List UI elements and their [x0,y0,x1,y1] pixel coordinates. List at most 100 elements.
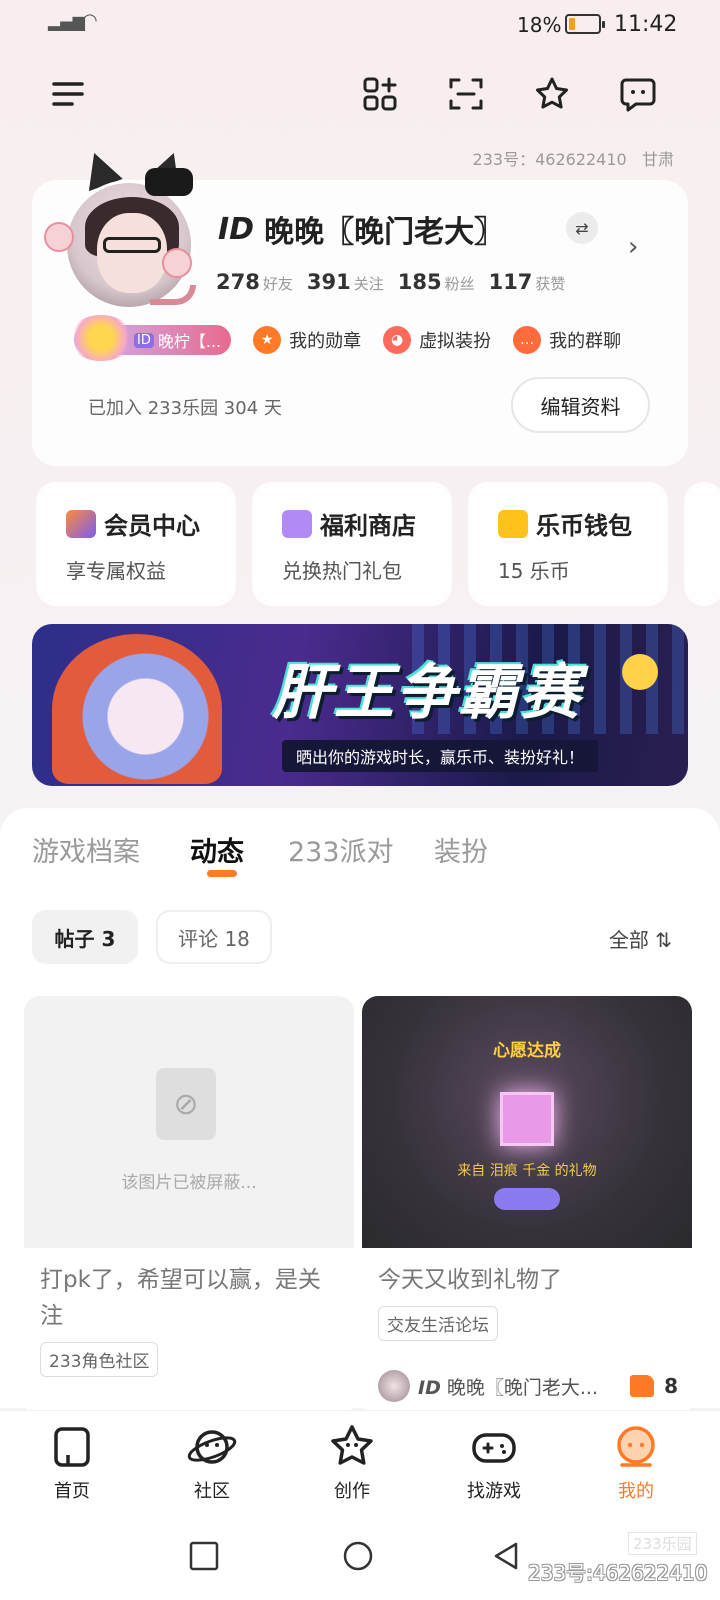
wifi-icon: ◠ [82,10,98,31]
planet-icon [187,1430,237,1464]
back-triangle-icon[interactable] [490,1540,522,1572]
crown-icon [66,509,96,538]
coin-wallet-card[interactable]: 乐币钱包 15 乐币 [468,482,668,606]
avatar-frame-bow [145,168,193,196]
nav-create-label: 创作 [334,1481,370,1502]
profile-stats: 278 好友 391 关注 185 粉丝 117 获赞 [216,270,565,294]
profile-name: 晚晚〖晚门老大〗 [264,215,505,250]
status-bar: ▂▄▆ ◠ 18% 11:42 [0,0,720,48]
nav-home[interactable]: 首页 [12,1411,132,1511]
profile-badge-row: ID 晚柠【... ★ 我的勋章 ◕ 虚拟装扮 … 我的群聊 [68,315,621,361]
like-button[interactable]: 8 [630,1374,678,1398]
avatar-frame-paw [162,248,192,278]
my-groups-link[interactable]: … 我的群聊 [513,326,621,354]
message-icon[interactable] [616,72,660,116]
medal-star-icon [68,315,134,361]
post-title: 打pk了，希望可以赢，是关注 [40,1267,321,1329]
wish-title: 心愿达成 [493,1041,561,1061]
nav-community[interactable]: 社区 [152,1411,272,1511]
post-title: 今天又收到礼物了 [378,1267,562,1293]
welfare-shop-title: 福利商店 [320,512,416,540]
nav-community-label: 社区 [194,1481,230,1502]
vip-center-title: 会员中心 [104,512,200,540]
status-time: 11:42 [614,12,678,37]
account-id: 233号：462622410 [472,150,627,169]
post-thumbnail[interactable]: 心愿达成 来自 泪痕 千金 的礼物 [362,996,692,1248]
coin-wallet-sub: 15 乐币 [498,559,570,583]
my-groups-label: 我的群聊 [549,331,622,352]
gift-icon [282,509,312,538]
stat-friends[interactable]: 278 好友 [216,270,293,294]
profile-name-row: ID 晚晚〖晚门老大〗 [218,207,504,251]
joined-days: 已加入 233乐园 304 天 [88,398,282,419]
my-medals-link[interactable]: ★ 我的勋章 [253,326,361,354]
stat-fans[interactable]: 185 粉丝 [398,270,475,294]
post-author-row: ID 晚晚〖晚门老大... 8 [378,1370,678,1402]
stat-likes[interactable]: 117 获赞 [489,270,566,294]
scan-icon[interactable] [444,72,488,116]
like-count: 8 [664,1374,678,1398]
comments-filter-chip[interactable]: 评论 18 [156,910,272,964]
pacman-icon [622,654,658,690]
author-name[interactable]: ID 晚晚〖晚门老大... [418,1373,608,1400]
chevron-right-icon[interactable]: › [628,232,638,262]
medal-pill[interactable]: ID 晚柠【... [68,315,232,361]
tab-moments[interactable]: 动态 [190,830,244,869]
event-banner[interactable]: 肝王争霸赛 晒出你的游戏时长，赢乐币、装扮好礼！ [32,624,688,786]
battery-icon [565,14,605,34]
cat-face-icon: ◕ [383,326,412,354]
recent-apps-icon[interactable] [188,1540,220,1572]
account-id-line: 233号：462622410 甘肃 [473,146,674,170]
vip-center-card[interactable]: 会员中心 享专属权益 [36,482,236,606]
more-card-edge[interactable] [684,482,720,606]
nav-create[interactable]: 创作 [292,1411,412,1511]
medal-id-badge: ID [134,332,154,348]
switch-account-icon[interactable]: ⇄ [566,212,598,244]
post-card[interactable]: 心愿达成 来自 泪痕 千金 的礼物 今天又收到礼物了 交友生活论坛 ID 晚晚〖… [362,996,692,1416]
sort-filter-dropdown[interactable]: 全部 ⇅ [609,924,672,953]
edit-profile-button[interactable]: 编辑资料 [511,377,650,433]
star-favorites-icon[interactable] [530,72,574,116]
medal-icon: ★ [253,326,282,354]
avatar-frame-paw [44,222,74,252]
bottom-nav: 首页 社区 创作 找游戏 我的 [0,1410,720,1510]
profile-face-icon [617,1426,655,1467]
nav-me[interactable]: 我的 [576,1411,696,1511]
vip-center-sub: 享专属权益 [66,559,166,583]
banner-character-art [52,634,222,784]
medal-tag: 晚柠【... [157,332,222,351]
gamepad-icon [472,1433,516,1463]
posts-filter-chip[interactable]: 帖子 3 [32,910,138,964]
post-card[interactable]: ⊘ 该图片已被屏蔽... 打pk了，希望可以赢，是关注 233角色社区 [24,996,354,1416]
apps-add-icon[interactable] [358,72,402,116]
cellular-signal-icon: ▂▄▆ [48,12,85,31]
tab-indicator [207,870,237,877]
wish-from: 来自 泪痕 千金 的礼物 [457,1163,597,1179]
watermark-text: 233号:462622410 [528,1561,708,1585]
post-forum-tag[interactable]: 233角色社区 [40,1342,159,1377]
blocked-image-icon: ⊘ [156,1068,216,1140]
welfare-shop-card[interactable]: 福利商店 兑换热门礼包 [252,482,452,606]
blocked-image-text: 该图片已被屏蔽... [121,1173,257,1193]
banner-title: 肝王争霸赛 [272,658,582,728]
stat-following[interactable]: 391 关注 [307,270,384,294]
author-avatar[interactable] [378,1370,410,1402]
thumbs-up-icon [630,1375,655,1397]
virtual-outfit-label: 虚拟装扮 [419,331,492,352]
post-thumbnail[interactable]: ⊘ 该图片已被屏蔽... [24,996,354,1248]
menu-icon[interactable] [46,72,90,116]
nav-home-label: 首页 [54,1481,90,1502]
watermark-logo: 233乐园 [628,1532,697,1555]
thank-button-image [494,1188,560,1210]
home-circle-icon[interactable] [342,1540,374,1572]
banner-subtitle: 晒出你的游戏时长，赢乐币、装扮好礼！ [282,740,599,772]
post-forum-tag[interactable]: 交友生活论坛 [378,1306,498,1341]
nav-find-games[interactable]: 找游戏 [434,1411,554,1511]
welfare-shop-sub: 兑换热门礼包 [282,559,402,583]
tab-233-party[interactable]: 233派对 [288,830,394,869]
tab-outfit[interactable]: 装扮 [434,830,488,869]
virtual-outfit-link[interactable]: ◕ 虚拟装扮 [383,326,491,354]
nav-me-label: 我的 [618,1481,654,1502]
tab-game-records[interactable]: 游戏档案 [32,830,140,869]
wallet-icon [498,509,528,538]
